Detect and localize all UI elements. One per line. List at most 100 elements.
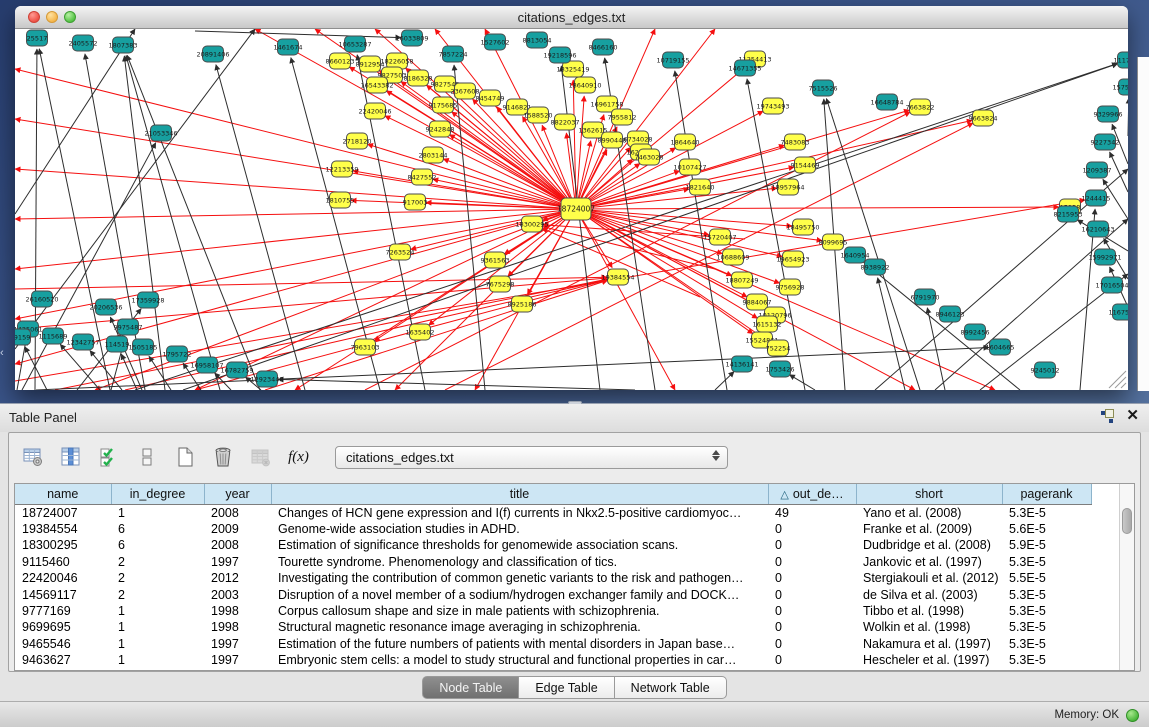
cell-year: 2008 [204, 537, 271, 553]
graph-edge [278, 379, 635, 390]
cell-short: Jankovic et al. (1997) [856, 554, 1002, 570]
graph-node-label: 8992456 [961, 329, 990, 337]
table-scrollbar[interactable] [1119, 484, 1134, 670]
column-header-out_degree[interactable]: △out_de… [768, 484, 856, 504]
network-view[interactable]: 1872400786601238912954182260589827503165… [15, 29, 1128, 390]
network-canvas[interactable]: 1872400786601238912954182260589827503165… [15, 29, 1128, 390]
graph-node-label: 1115689 [39, 333, 68, 341]
cell-title: Investigating the contribution of common… [271, 570, 768, 586]
cell-pagerank: 5.3E-5 [1002, 652, 1091, 668]
cell-out_degree: 0 [768, 521, 856, 537]
show-columns-icon [60, 446, 82, 468]
graph-node-label: 16958107 [190, 362, 223, 370]
table-select[interactable]: citations_edges.txt [335, 446, 728, 469]
delete-table-icon [250, 446, 272, 468]
float-panel-icon[interactable] [1100, 409, 1114, 423]
graph-edge [576, 209, 675, 390]
select-all-button[interactable] [95, 444, 122, 471]
table-row[interactable]: 2242004622012Investigating the contribut… [15, 570, 1091, 586]
graph-node-label: 1588520 [524, 112, 553, 120]
column-header-year[interactable]: year [204, 484, 271, 504]
graph-node-label: 1167533 [1109, 309, 1128, 317]
apply-function-button[interactable]: f(x) [285, 444, 312, 471]
table-row[interactable]: 969969511998Structural magnetic resonanc… [15, 619, 1091, 635]
cell-short: Yano et al. (2008) [856, 504, 1002, 521]
clear-selection-button[interactable] [133, 444, 160, 471]
graph-node-label: 7963103 [351, 344, 380, 352]
table-panel-header: Table Panel ✕ [0, 404, 1149, 432]
cell-title: Embryonic stem cells: a model to study s… [271, 652, 768, 668]
graph-edge [543, 227, 715, 269]
table-row[interactable]: 1830029562008Estimation of significance … [15, 537, 1091, 553]
network-window[interactable]: citations_edges.txt 18724007866012389129… [15, 6, 1128, 390]
memory-status-icon[interactable] [1126, 709, 1139, 722]
column-header-name[interactable]: name [15, 484, 111, 504]
cell-year: 2009 [204, 521, 271, 537]
column-header-pagerank[interactable]: pagerank [1002, 484, 1091, 504]
window-titlebar[interactable]: citations_edges.txt [15, 6, 1128, 29]
graph-node-label: 7663822 [906, 104, 935, 112]
graph-node-label: 7675298 [486, 281, 515, 289]
graph-node-label: 9227342 [1091, 139, 1120, 147]
cell-out_degree: 0 [768, 619, 856, 635]
graph-node-label: 2718120 [343, 138, 372, 146]
graph-node-label: 1640954 [841, 252, 870, 260]
table-row[interactable]: 1938455462009Genome-wide association stu… [15, 521, 1091, 537]
table-options-button[interactable] [19, 444, 46, 471]
graph-node-label: 1604665 [986, 344, 1015, 352]
table-toolbar: f(x) citations_edges.txt [19, 440, 728, 474]
cell-short: Tibbo et al. (1998) [856, 603, 1002, 619]
graph-node-label: 18807249 [725, 277, 758, 285]
table-panel: Table Panel ✕ [0, 403, 1149, 727]
table-row[interactable]: 1456911722003Disruption of a novel membe… [15, 587, 1091, 603]
tab-edge-table[interactable]: Edge Table [519, 676, 614, 699]
graph-node-label: 9884067 [743, 299, 772, 307]
tab-network-table[interactable]: Network Table [615, 676, 727, 699]
column-header-in_degree[interactable]: in_degree [111, 484, 204, 504]
graph-node-label: 1244415 [1082, 195, 1111, 203]
cell-in_degree: 1 [111, 603, 204, 619]
graph-node-label: 19218596 [543, 52, 576, 60]
cell-pagerank: 5.3E-5 [1002, 587, 1091, 603]
select-all-icon [98, 446, 120, 468]
graph-edge [15, 169, 576, 209]
column-header-short[interactable]: short [856, 484, 1002, 504]
table-tabs: Node TableEdge TableNetwork Table [0, 676, 1149, 699]
graph-node-label: 1505185 [129, 344, 158, 352]
new-document-icon [174, 446, 196, 468]
column-header-title[interactable]: title [271, 484, 768, 504]
graph-node-label: 752254 [766, 345, 791, 353]
graph-edge [216, 65, 305, 390]
table-row[interactable]: 946362711997Embryonic stem cells: a mode… [15, 652, 1091, 668]
panel-collapse-handle[interactable]: ‹ [0, 344, 8, 362]
graph-node-label: 9361563 [481, 257, 510, 265]
cell-name: 9465546 [15, 636, 111, 652]
graph-node-label: 7463028 [635, 154, 664, 162]
table-scrollbar-thumb[interactable] [1122, 508, 1132, 534]
window-resize-grip[interactable] [1109, 371, 1126, 388]
graph-edge [576, 207, 1059, 209]
attribute-table: namein_degreeyeartitle△out_de…shortpager… [14, 483, 1135, 671]
graph-node-label: 8466160 [589, 44, 618, 52]
show-columns-button[interactable] [57, 444, 84, 471]
graph-node-label: 18495750 [786, 224, 819, 232]
table-row[interactable]: 977716911998Corpus callosum shape and si… [15, 603, 1091, 619]
combo-arrows-icon [712, 450, 720, 461]
graph-node-label: 1795722 [163, 351, 192, 359]
new-table-button[interactable] [171, 444, 198, 471]
close-panel-icon[interactable]: ✕ [1126, 409, 1139, 423]
tab-node-table[interactable]: Node Table [422, 676, 519, 699]
cell-out_degree: 0 [768, 603, 856, 619]
graph-node-label: 18300295 [515, 221, 548, 229]
delete-rows-button[interactable] [209, 444, 236, 471]
table-row[interactable]: 1872400712008Changes of HCN gene express… [15, 504, 1091, 521]
delete-table-button[interactable] [247, 444, 274, 471]
graph-node-label: 19384554 [601, 274, 634, 282]
cell-in_degree: 2 [111, 554, 204, 570]
cell-in_degree: 1 [111, 636, 204, 652]
graph-node-label: 21053346 [144, 130, 177, 138]
graph-node-label: 1461674 [274, 44, 303, 52]
graph-node-label: 9154469 [791, 162, 820, 170]
table-row[interactable]: 911546021997Tourette syndrome. Phenomeno… [15, 554, 1091, 570]
table-row[interactable]: 946554611997Estimation of the future num… [15, 636, 1091, 652]
